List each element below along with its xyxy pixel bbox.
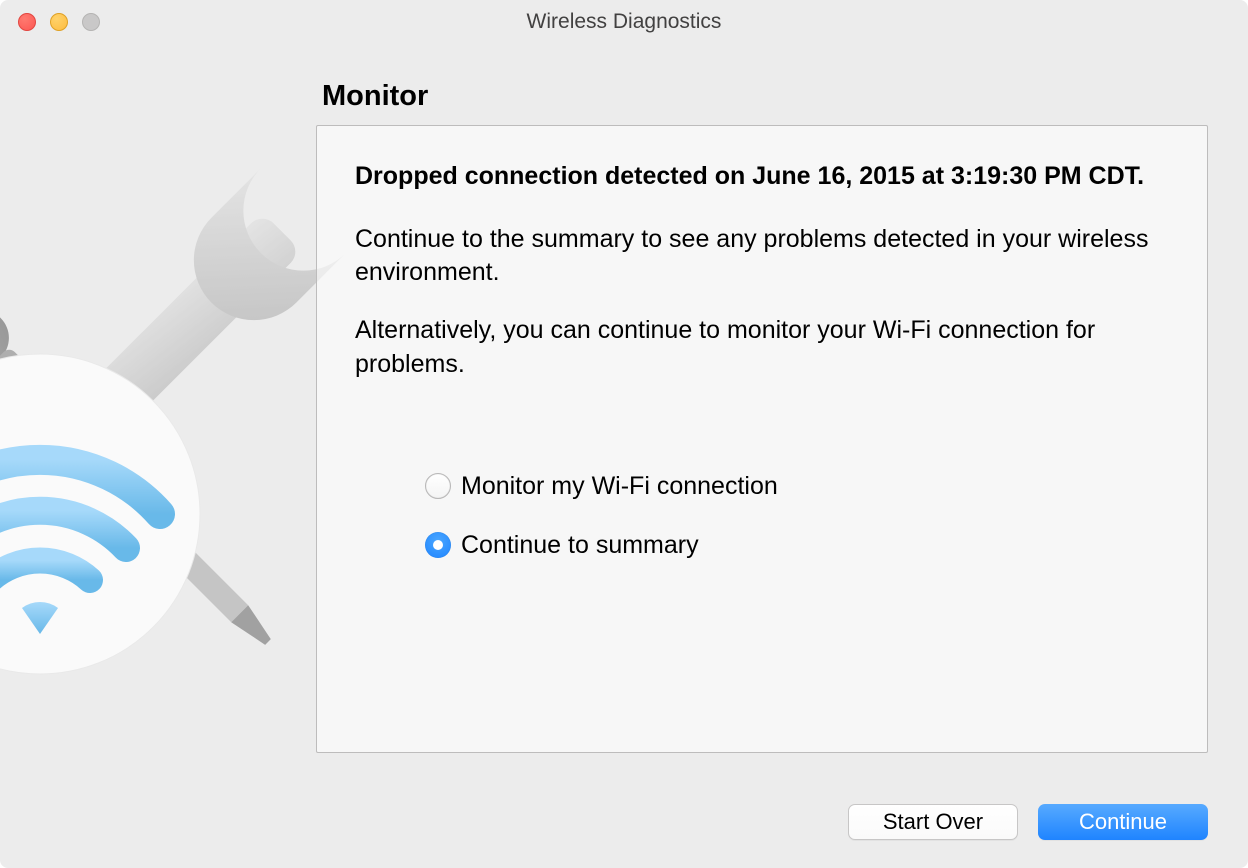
window-body: Monitor Dropped connection detected on J… bbox=[0, 44, 1248, 868]
start-over-button[interactable]: Start Over bbox=[848, 804, 1018, 840]
minimize-window-button[interactable] bbox=[50, 13, 68, 31]
zoom-window-button bbox=[82, 13, 100, 31]
radio-indicator bbox=[425, 532, 451, 558]
paragraph-monitor: Alternatively, you can continue to monit… bbox=[355, 314, 1169, 382]
radio-indicator bbox=[425, 473, 451, 499]
radio-monitor-wifi[interactable]: Monitor my Wi-Fi connection bbox=[425, 472, 1169, 501]
radio-label: Monitor my Wi-Fi connection bbox=[461, 472, 778, 501]
close-window-button[interactable] bbox=[18, 13, 36, 31]
button-row: Start Over Continue bbox=[848, 804, 1208, 840]
titlebar: Wireless Diagnostics bbox=[0, 0, 1248, 44]
radio-label: Continue to summary bbox=[461, 531, 699, 560]
alert-message: Dropped connection detected on June 16, … bbox=[355, 160, 1169, 193]
wireless-diagnostics-window: Wireless Diagnostics bbox=[0, 0, 1248, 868]
window-title: Wireless Diagnostics bbox=[0, 10, 1248, 34]
window-controls bbox=[0, 13, 100, 31]
section-heading: Monitor bbox=[322, 80, 1208, 113]
radio-group: Monitor my Wi-Fi connection Continue to … bbox=[425, 472, 1169, 560]
continue-button[interactable]: Continue bbox=[1038, 804, 1208, 840]
content-panel: Dropped connection detected on June 16, … bbox=[316, 125, 1208, 753]
radio-continue-summary[interactable]: Continue to summary bbox=[425, 531, 1169, 560]
paragraph-summary: Continue to the summary to see any probl… bbox=[355, 223, 1169, 291]
